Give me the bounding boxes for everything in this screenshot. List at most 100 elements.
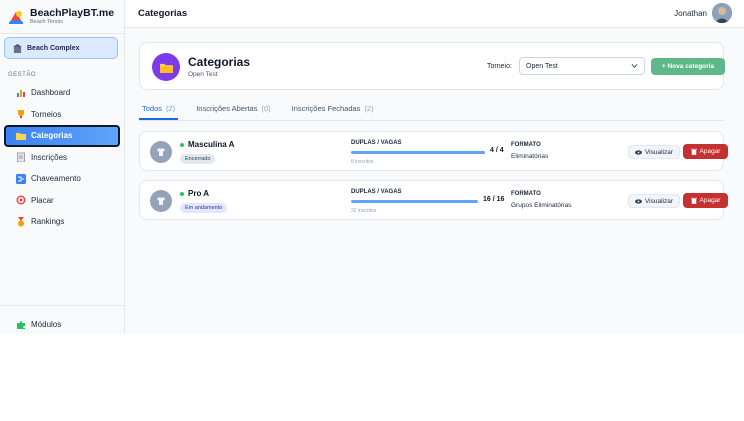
sidebar-nav: Dashboard Torneios Categorias Inscrições… — [0, 82, 124, 233]
formato-label: FORMATO — [511, 191, 541, 197]
user-menu[interactable]: Jonathan — [674, 3, 732, 23]
duplas-progress-fill — [351, 151, 485, 154]
chevron-down-icon — [631, 63, 638, 68]
bracket-icon — [16, 173, 26, 184]
sidebar-item-label: Placar — [31, 195, 54, 205]
folder-icon — [159, 63, 173, 73]
sidebar-item-chaveamento[interactable]: Chaveamento — [4, 168, 120, 190]
torneio-select[interactable]: Open Test — [519, 57, 645, 75]
trash-icon — [690, 148, 697, 155]
clipboard-icon — [17, 152, 25, 163]
new-category-button[interactable]: + Nova categoria — [651, 58, 725, 75]
tab-todos[interactable]: Todos (2) — [139, 104, 179, 120]
duplas-progress-fill — [351, 200, 478, 203]
tab-label: Todos — [142, 104, 163, 113]
status-dot — [180, 191, 184, 196]
main-content: Categorias Jonathan Categorias Open Test… — [125, 0, 744, 334]
category-avatar — [150, 141, 172, 163]
sidebar-item-label: Inscrições — [31, 152, 68, 162]
status-dot — [180, 142, 184, 147]
category-avatar — [150, 190, 172, 212]
status-badge: Em andamento — [180, 203, 228, 213]
brand-logo-icon — [9, 10, 23, 24]
sidebar-item-label: Categorias — [31, 131, 73, 141]
sidebar: BeachPlayBT.me Beach Tennis Beach Comple… — [0, 0, 125, 334]
sidebar-bottom: Módulos — [0, 305, 124, 334]
brand-title: BeachPlayBT.me — [30, 6, 115, 19]
trophy-icon — [18, 110, 24, 119]
torneio-label: Torneio: — [487, 63, 512, 70]
sidebar-item-torneios[interactable]: Torneios — [4, 104, 120, 126]
status-badge: Encerrado — [180, 154, 216, 164]
avatar-image-icon — [712, 3, 732, 23]
formato-value: Eliminatórias — [511, 153, 549, 160]
tab-label: Inscrições Fechadas — [291, 104, 361, 113]
duplas-vagas-label: DUPLAS / VAGAS — [351, 189, 402, 195]
avatar[interactable] — [712, 3, 732, 23]
topbar: Categorias Jonathan — [125, 0, 744, 28]
sidebar-item-label: Rankings — [31, 217, 65, 227]
sidebar-item-categorias[interactable]: Categorias — [4, 125, 120, 147]
eye-icon — [634, 149, 642, 155]
category-card-pro-a: Pro A Em andamento DUPLAS / VAGAS 16 / 1… — [139, 180, 728, 220]
inscritos-count: 8 inscritos — [351, 159, 374, 165]
tab-label: Inscrições Abertas — [196, 104, 258, 113]
tab-count: (0) — [261, 104, 271, 113]
category-name-row: Masculina A — [180, 140, 234, 149]
sidebar-item-label: Dashboard — [31, 88, 71, 98]
category-name-row: Pro A — [180, 189, 209, 198]
tabs-divider — [139, 120, 724, 121]
category-name: Masculina A — [188, 140, 235, 149]
duplas-vagas-label: DUPLAS / VAGAS — [351, 140, 402, 146]
tab-inscricoes-abertas[interactable]: Inscrições Abertas (0) — [193, 104, 273, 120]
category-header-card: Categorias Open Test Torneio: Open Test … — [139, 42, 725, 90]
building-icon — [13, 43, 22, 53]
brand-subtitle: Beach Tennis — [30, 18, 63, 25]
torneio-selected-value: Open Test — [526, 62, 558, 70]
medal-icon — [18, 216, 24, 227]
category-name: Pro A — [188, 189, 210, 198]
header-subtitle: Open Test — [188, 71, 218, 78]
view-label: Visualizar — [644, 148, 674, 156]
brand-text: BeachPlayBT.me Beach Tennis — [30, 6, 115, 26]
view-button[interactable]: Visualizar — [628, 145, 680, 159]
brand[interactable]: BeachPlayBT.me Beach Tennis — [0, 0, 124, 34]
tab-count: (2) — [364, 104, 374, 113]
delete-label: Apagar — [699, 197, 721, 204]
target-icon — [16, 195, 26, 205]
sidebar-item-label: Módulos — [31, 320, 62, 330]
puzzle-icon — [17, 320, 25, 329]
sidebar-item-modulos[interactable]: Módulos — [4, 314, 120, 336]
sidebar-item-placar[interactable]: Placar — [4, 190, 120, 212]
section-label-gestao: GESTÃO — [8, 72, 37, 78]
sidebar-item-inscricoes[interactable]: Inscrições — [4, 147, 120, 169]
user-name: Jonathan — [674, 8, 707, 18]
duplas-progress-bar — [351, 151, 485, 154]
app-root: BeachPlayBT.me Beach Tennis Beach Comple… — [0, 0, 744, 334]
chart-icon — [17, 89, 25, 97]
shirt-icon — [157, 148, 165, 156]
trash-icon — [690, 197, 697, 204]
delete-label: Apagar — [699, 148, 721, 155]
view-label: Visualizar — [644, 197, 674, 205]
shirt-icon — [157, 197, 165, 205]
duplas-count: 16 / 16 — [483, 196, 505, 203]
org-name: Beach Complex — [27, 44, 80, 52]
inscritos-count: 32 inscritos — [351, 208, 377, 214]
delete-button[interactable]: Apagar — [683, 193, 728, 208]
tab-inscricoes-fechadas[interactable]: Inscrições Fechadas (2) — [289, 104, 377, 120]
sidebar-item-rankings[interactable]: Rankings — [4, 211, 120, 233]
tab-count: (2) — [166, 104, 176, 113]
status-tabs: Todos (2) Inscrições Abertas (0) Inscriçõe… — [139, 104, 392, 120]
sidebar-item-label: Torneios — [31, 109, 62, 119]
org-selector[interactable]: Beach Complex — [4, 37, 118, 59]
delete-button[interactable]: Apagar — [683, 144, 728, 159]
duplas-progress-bar — [351, 200, 478, 203]
sidebar-item-dashboard[interactable]: Dashboard — [4, 82, 120, 104]
folder-icon — [16, 132, 26, 140]
eye-icon — [634, 198, 642, 204]
formato-value: Grupos Eliminatórias — [511, 202, 572, 209]
sidebar-item-label: Chaveamento — [31, 174, 81, 184]
category-card-masculina-a: Masculina A Encerrado DUPLAS / VAGAS 4 /… — [139, 131, 728, 171]
view-button[interactable]: Visualizar — [628, 194, 680, 208]
